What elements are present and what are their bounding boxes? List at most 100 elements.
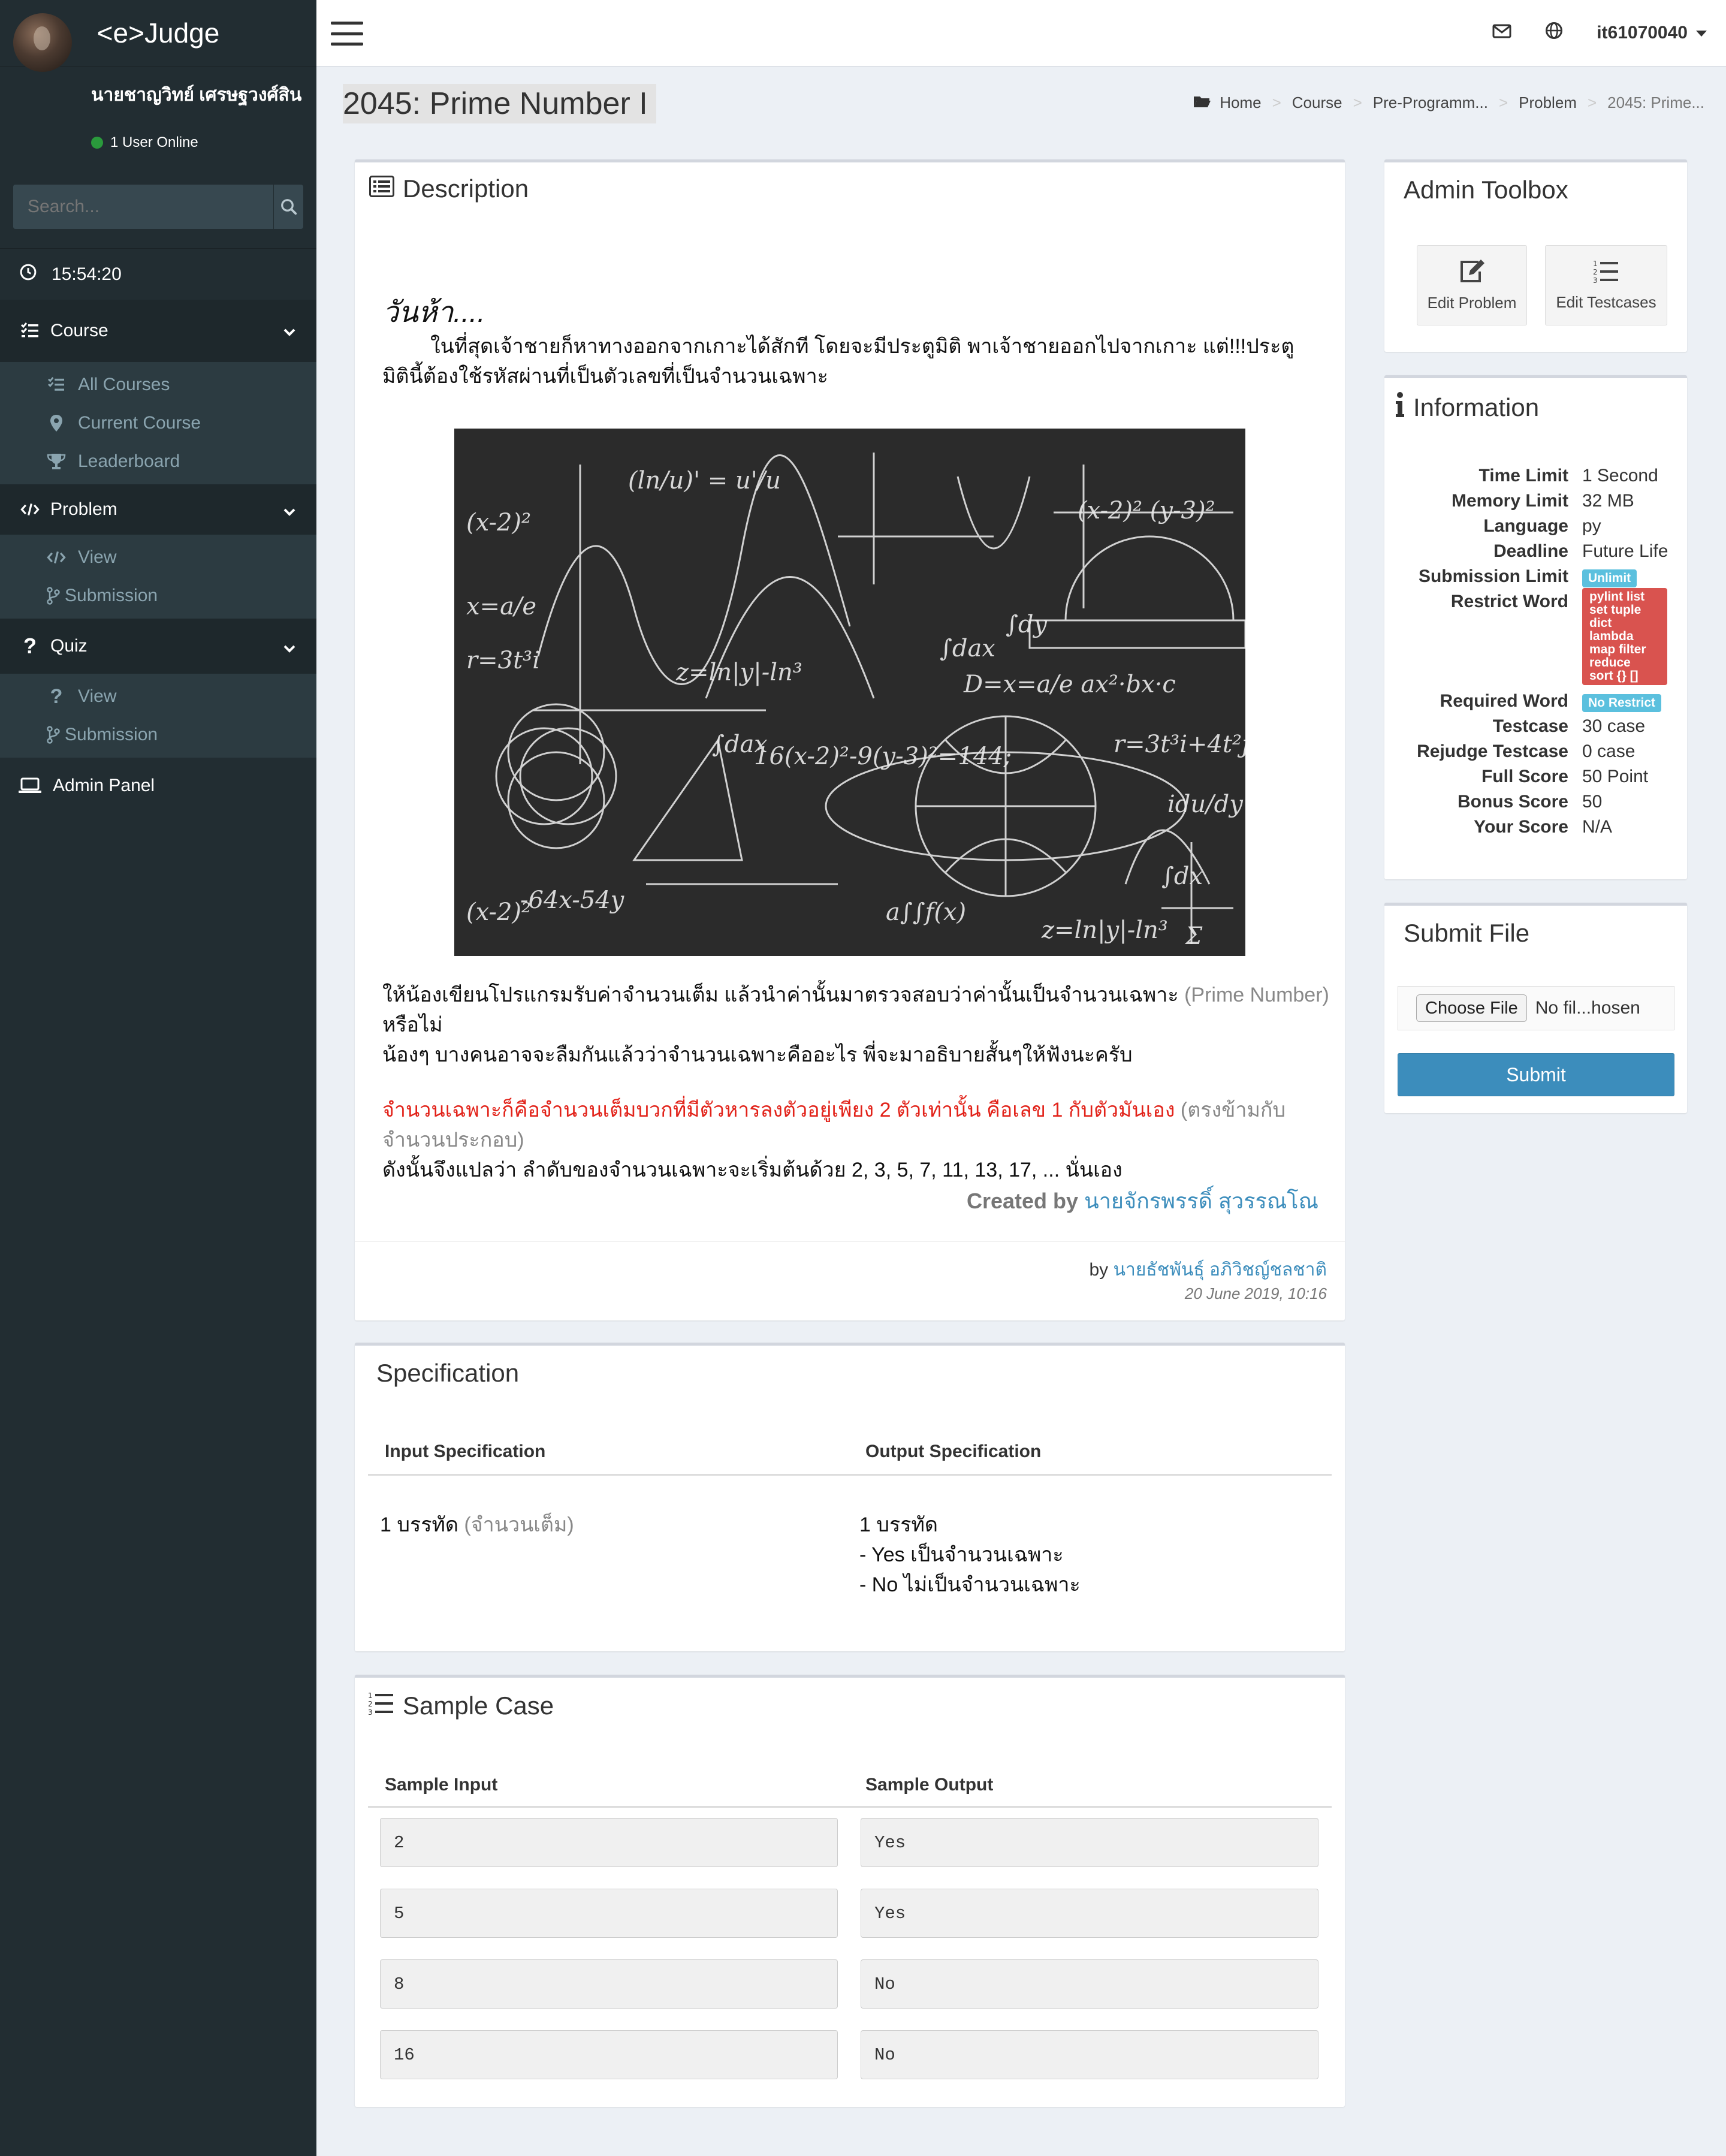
info-value: N/A [1582, 817, 1613, 837]
info-label: Deadline [1493, 541, 1568, 561]
input-spec-text: 1 บรรทัด (จำนวนเต็ม) [380, 1510, 574, 1540]
sidebar: <e>Judge นายชาญวิทย์ เศรษฐวงศ์สิน 1 User… [0, 0, 316, 2156]
sidebar-item-current-course[interactable]: Current Course [0, 404, 316, 442]
submit-button[interactable]: Submit [1398, 1053, 1674, 1096]
sub-item-label: Current Course [78, 413, 201, 433]
edit-testcases-label: Edit Testcases [1556, 293, 1656, 311]
submit-file-box: Submit File Choose File No fil...hosen S… [1384, 903, 1687, 1113]
sidebar-item-problem-view[interactable]: View [0, 538, 316, 577]
svg-text:3: 3 [1593, 276, 1598, 283]
info-value: 50 [1582, 792, 1603, 812]
question-icon: ? [50, 685, 63, 708]
description-content-lower: ให้น้องเขียนโปรแกรมรับค่าจำนวนเต็ม แล้วน… [382, 980, 1329, 1185]
sidebar-item-problem-submission[interactable]: Submission [0, 577, 316, 615]
info-testcase: Testcase 30 case [1384, 714, 1687, 739]
sidebar-item-leaderboard[interactable]: Leaderboard [0, 442, 316, 481]
sample-input-field[interactable]: 16 [380, 2030, 838, 2079]
sidebar-item-problem[interactable]: Problem [0, 484, 316, 535]
sidebar-item-quiz-submission[interactable]: Submission [0, 716, 316, 754]
description-para-4: จำนวนเฉพาะก็คือจำนวนเต็มบวกที่มีตัวหารลง… [382, 1095, 1329, 1155]
menu-toggle-icon[interactable] [331, 22, 363, 46]
breadcrumb-course[interactable]: Course [1292, 94, 1342, 112]
info-value: 32 MB [1582, 491, 1634, 511]
sidebar-item-label: Problem [50, 499, 117, 519]
description-para-5: ดังนั้นจึงแปลว่า ลำดับของจำนวนเฉพาะจะเริ… [382, 1159, 1122, 1181]
created-by: Created by นายจักรพรรดิ์ สุวรรณโณ [967, 1184, 1318, 1218]
svg-text:16(x-2)²-9(y-3)²=144;: 16(x-2)²-9(y-3)²=144; [754, 743, 1012, 770]
list-icon [47, 377, 66, 393]
folder-icon [1193, 94, 1211, 112]
sidebar-item-all-courses[interactable]: All Courses [0, 366, 316, 404]
sample-output-field[interactable]: No [861, 2030, 1318, 2079]
svg-text:∫dx: ∫dx [1161, 863, 1203, 890]
search-button[interactable] [273, 185, 303, 229]
sub-item-label: View [78, 686, 117, 706]
envelope-icon[interactable] [1492, 23, 1511, 43]
svg-text:r=3t³i+4t²j-7tk: r=3t³i+4t²j-7tk [1114, 731, 1245, 758]
para-2-tail: หรือไม่ [382, 1014, 443, 1036]
top-navbar: it61070040 [316, 0, 1726, 67]
svg-text:x=a/e: x=a/e [466, 593, 536, 620]
info-your-score: Your Score N/A [1384, 815, 1687, 840]
question-icon: ? [23, 634, 37, 658]
file-input-status: No fil...hosen [1535, 998, 1640, 1018]
table-header-line [368, 1474, 1332, 1476]
sidebar-menu: Course All Courses Current Course Leader… [0, 300, 316, 814]
search-input[interactable] [13, 185, 273, 229]
info-value: 30 case [1582, 716, 1646, 736]
sidebar-item-course[interactable]: Course [0, 300, 316, 362]
info-value: 0 case [1582, 741, 1636, 761]
output-spec-text: 1 บรรทัด - Yes เป็นจำนวนเฉพาะ - No ไม่เป… [859, 1510, 1081, 1600]
sub-item-label: Submission [65, 725, 158, 744]
info-label: Full Score [1481, 767, 1568, 786]
svg-text:∫dax: ∫dax [940, 635, 995, 662]
sidebar-item-quiz-view[interactable]: ? View [0, 677, 316, 716]
map-marker-icon [47, 414, 66, 432]
sample-input-field[interactable]: 5 [380, 1889, 838, 1938]
trophy-icon [47, 453, 66, 471]
sample-input-field[interactable]: 2 [380, 1818, 838, 1867]
breadcrumb-home[interactable]: Home [1220, 94, 1261, 112]
sidebar-item-quiz[interactable]: ? Quiz [0, 619, 316, 674]
info-time-limit: Time Limit 1 Second [1384, 463, 1687, 489]
sidebar-item-label: Quiz [50, 636, 87, 656]
author-label: by [1089, 1260, 1109, 1280]
created-by-label: Created by [966, 1189, 1079, 1213]
clock: 15:54:20 [0, 248, 316, 300]
box-title-text: Description [403, 174, 529, 203]
sample-output-field[interactable]: No [861, 1959, 1318, 2009]
user-menu[interactable]: it61070040 [1597, 23, 1707, 43]
svg-text:z=ln|y|-ln³: z=ln|y|-ln³ [675, 659, 802, 686]
info-memory-limit: Memory Limit 32 MB [1384, 489, 1687, 514]
sub-item-label: All Courses [78, 375, 170, 394]
globe-icon[interactable] [1545, 22, 1563, 44]
sample-output-field[interactable]: Yes [861, 1818, 1318, 1867]
restrict-word: dict [1589, 616, 1612, 630]
sample-input-field[interactable]: 8 [380, 1959, 838, 2009]
info-label: Rejudge Testcase [1417, 741, 1568, 761]
edit-testcases-button[interactable]: 123 Edit Testcases [1545, 245, 1667, 325]
breadcrumb-course-name[interactable]: Pre-Programm... [1373, 94, 1488, 112]
svg-text:r=3t³i: r=3t³i [466, 647, 540, 674]
sample-output-field[interactable]: Yes [861, 1889, 1318, 1938]
info-label: Required Word [1440, 691, 1568, 711]
info-deadline: Deadline Future Life [1384, 539, 1687, 564]
info-value: py [1582, 516, 1601, 536]
info-icon [1395, 391, 1405, 424]
quiz-submenu: ? View Submission [0, 674, 316, 758]
author-name[interactable]: นายธัชพันธุ์ อภิวิชญ์ชลชาติ [1113, 1260, 1327, 1280]
para-4-red: จำนวนเฉพาะก็คือจำนวนเต็มบวกที่มีตัวหารลง… [382, 1099, 1175, 1121]
edit-problem-button[interactable]: Edit Problem [1417, 245, 1527, 325]
output-spec-line: - No ไม่เป็นจำนวนเฉพาะ [859, 1573, 1081, 1596]
course-submenu: All Courses Current Course Leaderboard [0, 362, 316, 484]
file-input[interactable]: Choose File No fil...hosen [1398, 986, 1674, 1030]
sidebar-search [13, 185, 303, 229]
chalkboard-image: (ln/u)' = u'/u (x-2)² x=a/e r=3t³i z=ln|… [454, 429, 1245, 956]
info-label: Language [1483, 516, 1568, 536]
sidebar-item-admin-panel[interactable]: Admin Panel [0, 758, 316, 814]
breadcrumb-problem[interactable]: Problem [1519, 94, 1577, 112]
choose-file-button[interactable]: Choose File [1416, 994, 1527, 1022]
output-spec-line: 1 บรรทัด [859, 1513, 938, 1536]
created-by-name[interactable]: นายจักรพรรดิ์ สุวรรณโณ [1084, 1189, 1318, 1213]
restrict-word: sort {} [] [1589, 669, 1639, 683]
